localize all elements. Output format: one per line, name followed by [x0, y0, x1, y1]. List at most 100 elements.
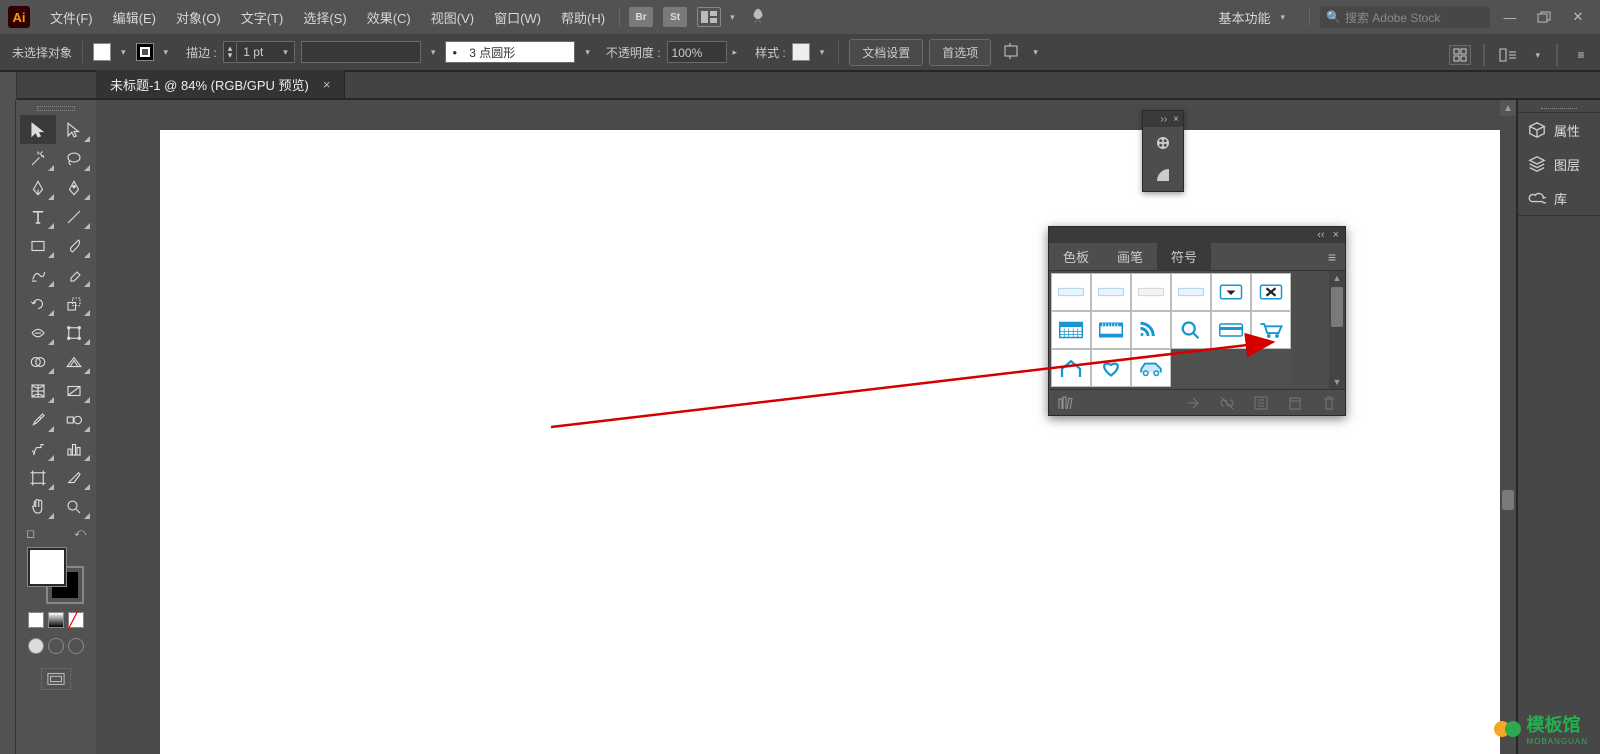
menu-window[interactable]: 窗口(W)	[484, 3, 551, 32]
symbol-heart[interactable]	[1091, 349, 1131, 387]
floating-panel-collapsed[interactable]: ›› ×	[1142, 110, 1184, 192]
color-mode-solid[interactable]	[28, 612, 44, 628]
opacity-input[interactable]: 100% ▸	[667, 41, 742, 63]
style-dropdown[interactable]: ▾	[816, 47, 829, 58]
rectangle-tool[interactable]	[20, 231, 56, 260]
perspective-grid-tool[interactable]	[56, 347, 92, 376]
dock-item-properties[interactable]: 属性	[1518, 113, 1600, 147]
new-symbol-icon[interactable]	[1287, 395, 1303, 411]
color-mode-none[interactable]: ╱	[68, 612, 84, 628]
place-symbol-icon[interactable]	[1185, 395, 1201, 411]
search-stock-input[interactable]: 🔍 搜索 Adobe Stock	[1320, 6, 1490, 28]
close-icon[interactable]: ×	[1173, 114, 1179, 125]
variable-width-profile[interactable]	[301, 41, 421, 63]
draw-normal[interactable]	[28, 638, 44, 654]
menu-select[interactable]: 选择(S)	[293, 3, 356, 32]
style-swatch[interactable]	[792, 43, 810, 61]
line-segment-tool[interactable]	[56, 202, 92, 231]
dock-item-layers[interactable]: 图层	[1518, 147, 1600, 181]
collapse-icon[interactable]: ‹‹	[1317, 229, 1324, 241]
menu-help[interactable]: 帮助(H)	[551, 3, 615, 32]
bridge-icon[interactable]: Br	[629, 7, 653, 27]
delete-symbol-icon[interactable]	[1321, 395, 1337, 411]
fill-color[interactable]	[28, 548, 66, 586]
color-panel-icon[interactable]	[1143, 127, 1183, 159]
symbol-rss[interactable]	[1131, 311, 1171, 349]
window-minimize-button[interactable]: —	[1496, 7, 1524, 27]
gpu-rocket-icon[interactable]	[749, 7, 767, 28]
tab-swatches[interactable]: 色板	[1049, 243, 1103, 270]
rotate-tool[interactable]	[20, 289, 56, 318]
menu-file[interactable]: 文件(F)	[40, 3, 103, 32]
panel-menu-icon[interactable]: ≡	[1319, 243, 1345, 270]
scroll-up-arrow[interactable]: ▲	[1329, 271, 1345, 285]
brush-dropdown[interactable]: ▾	[581, 47, 594, 58]
panel-drag-handle[interactable]	[1518, 104, 1600, 112]
collapse-icon[interactable]: ››	[1160, 114, 1167, 125]
dock-item-libraries[interactable]: 库	[1518, 181, 1600, 215]
scroll-thumb[interactable]	[1502, 490, 1514, 510]
panel-drag-handle[interactable]	[37, 106, 75, 111]
menu-object[interactable]: 对象(O)	[166, 3, 231, 32]
screen-mode-button[interactable]	[41, 668, 71, 690]
stroke-dropdown[interactable]: ▾	[160, 47, 173, 58]
window-restore-button[interactable]	[1530, 7, 1558, 27]
symbol-film[interactable]	[1091, 311, 1131, 349]
control-menu-icon[interactable]: ≡	[1570, 45, 1592, 65]
scroll-up-arrow[interactable]: ▲	[1500, 100, 1516, 116]
panel-header[interactable]: ‹‹ ×	[1049, 227, 1345, 243]
symbol-bar-2[interactable]	[1091, 273, 1131, 311]
swap-fill-stroke-icon[interactable]: ⤺	[74, 527, 86, 540]
break-link-icon[interactable]	[1219, 395, 1235, 411]
column-graph-tool[interactable]	[56, 434, 92, 463]
color-guide-panel-icon[interactable]	[1143, 159, 1183, 191]
paintbrush-tool[interactable]	[56, 231, 92, 260]
blend-tool[interactable]	[56, 405, 92, 434]
menu-edit[interactable]: 编辑(E)	[103, 3, 166, 32]
draw-behind[interactable]	[48, 638, 64, 654]
scroll-down-arrow[interactable]: ▼	[1329, 375, 1345, 389]
selection-tool[interactable]	[20, 115, 56, 144]
tab-symbols[interactable]: 符号	[1157, 243, 1211, 270]
zoom-tool[interactable]	[56, 492, 92, 521]
preferences-button[interactable]: 首选项	[929, 39, 991, 66]
menu-view[interactable]: 视图(V)	[421, 3, 484, 32]
stepper-icon[interactable]: ▴▾	[224, 43, 238, 61]
document-setup-button[interactable]: 文档设置	[849, 39, 923, 66]
scroll-thumb[interactable]	[1331, 287, 1343, 327]
lasso-tool[interactable]	[56, 144, 92, 173]
draw-inside[interactable]	[68, 638, 84, 654]
close-icon[interactable]: ×	[1333, 229, 1339, 241]
profile-dropdown[interactable]: ▾	[427, 47, 440, 58]
symbol-libraries-icon[interactable]	[1057, 395, 1073, 411]
close-tab-button[interactable]: ×	[323, 77, 331, 92]
symbol-sprayer-tool[interactable]	[20, 434, 56, 463]
document-tab[interactable]: 未标题-1 @ 84% (RGB/GPU 预览) ×	[96, 70, 345, 98]
workspace-switcher[interactable]: 基本功能 ▾	[1208, 5, 1299, 30]
symbol-cart[interactable]	[1251, 311, 1291, 349]
eraser-tool[interactable]	[56, 260, 92, 289]
vertical-scrollbar[interactable]: ▲	[1500, 100, 1516, 754]
chevron-down-icon[interactable]: ▾	[277, 47, 294, 58]
symbol-bar-1[interactable]	[1051, 273, 1091, 311]
symbol-options-icon[interactable]	[1253, 395, 1269, 411]
symbol-car[interactable]	[1131, 349, 1171, 387]
gradient-tool[interactable]	[56, 376, 92, 405]
type-tool[interactable]	[20, 202, 56, 231]
symbol-credit-card[interactable]	[1211, 311, 1251, 349]
arrange-documents-icon[interactable]	[697, 7, 721, 27]
shape-builder-tool[interactable]	[20, 347, 56, 376]
symbol-bar-3[interactable]	[1131, 273, 1171, 311]
menu-effect[interactable]: 效果(C)	[357, 3, 421, 32]
pen-tool[interactable]	[20, 173, 56, 202]
artboard[interactable]	[160, 130, 1508, 754]
window-close-button[interactable]: ✕	[1564, 7, 1592, 27]
fill-swatch[interactable]	[93, 43, 111, 61]
free-transform-tool[interactable]	[56, 318, 92, 347]
align-dropdown[interactable]: ▾	[1029, 47, 1042, 58]
magic-wand-tool[interactable]	[20, 144, 56, 173]
color-mode-gradient[interactable]	[48, 612, 64, 628]
curvature-tool[interactable]	[56, 173, 92, 202]
stroke-swatch[interactable]	[136, 43, 154, 61]
artboard-tool[interactable]	[20, 463, 56, 492]
